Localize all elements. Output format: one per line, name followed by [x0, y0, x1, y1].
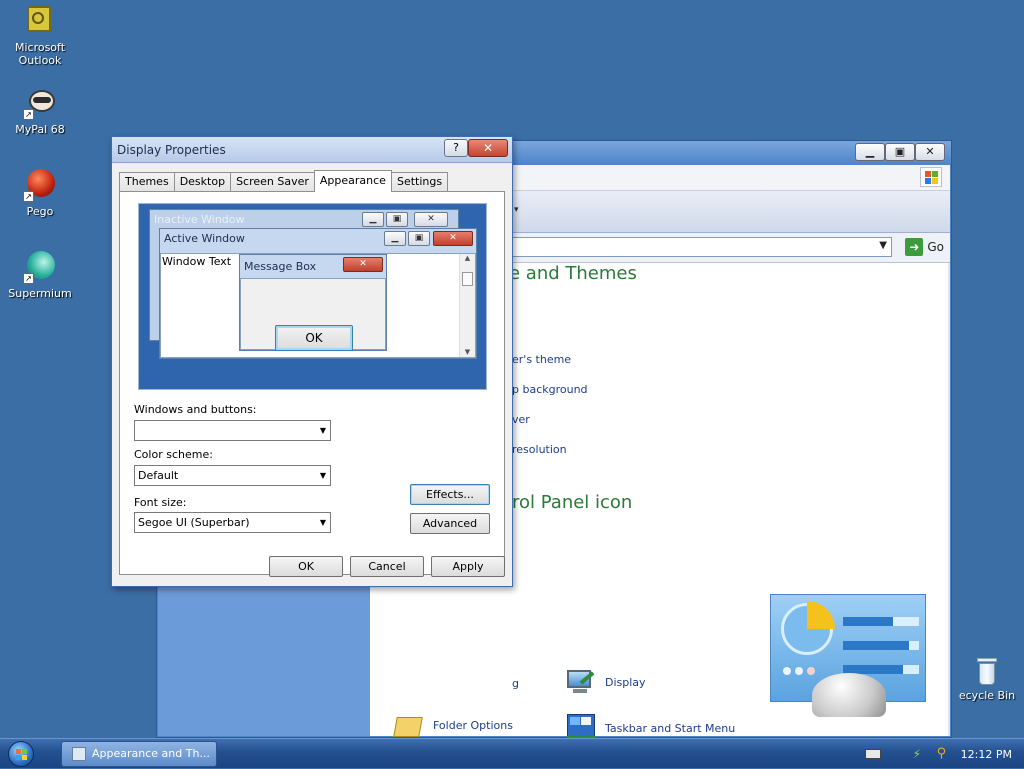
preview-message-box-client: OK [240, 278, 386, 351]
preview-window-text: Window Text [162, 255, 232, 268]
desktop-icon-label: Pego [26, 205, 54, 218]
cancel-button[interactable]: Cancel [350, 556, 424, 577]
system-tray: ⚡ ⚲ 12:12 PM [864, 739, 1024, 769]
appearance-graphic-dome-icon [812, 673, 886, 717]
windows-buttons-label: Windows and buttons: [134, 403, 257, 416]
preview-ok-button: OK [275, 325, 353, 351]
go-label: Go [927, 240, 944, 254]
task-link-theme[interactable]: er's theme [512, 353, 571, 366]
dialog-body: Themes Desktop Screen Saver Appearance S… [112, 164, 512, 586]
preview-close-icon: ✕ [414, 212, 448, 227]
tab-themes[interactable]: Themes [119, 172, 175, 192]
desktop-icon-recycle-bin[interactable]: ecycle Bin [950, 656, 1024, 702]
start-button[interactable] [8, 741, 34, 767]
display-properties-dialog: Display Properties ? ✕ Themes Desktop Sc… [111, 136, 513, 587]
shortcut-arrow-icon: ↗ [23, 273, 34, 284]
cp-item-label: Display [605, 675, 646, 689]
tab-strip: Themes Desktop Screen Saver Appearance S… [119, 170, 449, 192]
ok-button[interactable]: OK [269, 556, 343, 577]
taskbar: Appearance and Th... ⚡ ⚲ 12:12 PM [0, 738, 1024, 768]
task-link-background[interactable]: p background [512, 383, 588, 396]
raccoon-icon: ↗ [23, 86, 57, 120]
apply-button[interactable]: Apply [431, 556, 505, 577]
color-scheme-value: Default [138, 469, 179, 482]
search-icon[interactable]: ⚲ [937, 747, 953, 761]
windows-flag-icon [16, 749, 28, 760]
dialog-title: Display Properties [117, 143, 226, 157]
tab-settings[interactable]: Settings [390, 172, 449, 192]
desktop-icon-supermium[interactable]: ↗ Supermium [2, 250, 78, 300]
task-link-resolution[interactable]: resolution [512, 443, 567, 456]
taskbar-button-appearance[interactable]: Appearance and Th... [61, 741, 217, 767]
minimize-button[interactable]: ▁ [855, 143, 885, 161]
preview-scrollbar: ▲ ▼ [459, 254, 475, 357]
taskbar-button-label: Appearance and Th... [92, 747, 210, 760]
appearance-tab-panel: Inactive Window ▁ ▣ ✕ Active Window ▁ ▣ … [119, 191, 505, 575]
recycle-bin-label: ecycle Bin [958, 689, 1016, 702]
supermium-icon: ↗ [23, 250, 57, 284]
scroll-up-icon: ▲ [464, 254, 471, 262]
font-size-value: Segoe UI (Superbar) [138, 516, 250, 529]
preview-minimize-icon: ▁ [384, 231, 406, 246]
outlook-icon [23, 4, 57, 38]
preview-maximize-icon: ▣ [408, 231, 430, 246]
appearance-preview: Inactive Window ▁ ▣ ✕ Active Window ▁ ▣ … [138, 203, 487, 390]
windows-logo-icon [920, 167, 942, 187]
scroll-down-icon: ▼ [464, 348, 471, 356]
cp-item-partial[interactable]: g [512, 677, 519, 690]
clock[interactable]: 12:12 PM [961, 748, 1012, 761]
chevron-down-icon: ▼ [319, 518, 326, 527]
desktop-icon-pego[interactable]: ↗ Pego [2, 168, 78, 218]
font-size-label: Font size: [134, 496, 187, 509]
tab-appearance[interactable]: Appearance [313, 170, 392, 192]
cp-item-folder-options[interactable]: Folder Options [393, 709, 513, 741]
preview-close-icon: ✕ [433, 231, 473, 246]
go-button[interactable]: ➜ Go [905, 237, 944, 257]
advanced-button[interactable]: Advanced [410, 513, 490, 534]
control-panel-icon [72, 747, 86, 761]
desktop-icon-label: Microsoft Outlook [14, 41, 66, 67]
views-dropdown-icon[interactable]: ▾ [514, 205, 519, 215]
desktop-icon-mypal[interactable]: ↗ MyPal 68 [2, 86, 78, 136]
cp-item-label: g [512, 677, 519, 690]
desktop-icon-outlook[interactable]: Microsoft Outlook [2, 4, 78, 67]
color-scheme-label: Color scheme: [134, 448, 213, 461]
keyboard-icon[interactable] [864, 749, 881, 759]
shortcut-arrow-icon: ↗ [23, 109, 34, 120]
cp-item-label: Taskbar and Start Menu [605, 721, 736, 735]
preview-minimize-icon: ▁ [362, 212, 384, 227]
network-icon[interactable]: ⚡ [913, 747, 929, 761]
desktop-icon-label: MyPal 68 [15, 123, 65, 136]
cp-item-display[interactable]: Display [565, 666, 646, 698]
font-size-select[interactable]: Segoe UI (Superbar) ▼ [134, 512, 331, 533]
help-button[interactable]: ? [444, 139, 468, 157]
recycle-bin-icon [975, 656, 999, 686]
close-button[interactable]: ✕ [915, 143, 945, 161]
task-link-screensaver[interactable]: ver [512, 413, 530, 426]
effects-button[interactable]: Effects... [410, 484, 490, 505]
color-scheme-select[interactable]: Default ▼ [134, 465, 331, 486]
go-arrow-icon: ➜ [905, 238, 924, 256]
tab-desktop[interactable]: Desktop [173, 172, 232, 192]
chevron-down-icon: ▼ [319, 426, 326, 435]
chevron-down-icon: ▼ [319, 471, 326, 480]
panel-title: rol Panel icon [512, 492, 633, 513]
preview-message-box: Message Box ✕ OK [239, 254, 387, 351]
maximize-button[interactable]: ▣ [885, 143, 915, 161]
chevron-down-icon[interactable]: ▼ [879, 240, 887, 251]
preview-maximize-icon: ▣ [386, 212, 408, 227]
windows-buttons-select[interactable]: ▼ [134, 420, 331, 441]
desktop-icon-label: Supermium [8, 287, 72, 300]
display-icon [565, 666, 597, 698]
preview-close-icon: ✕ [343, 257, 383, 272]
folder-options-icon [393, 709, 425, 741]
tab-screen-saver[interactable]: Screen Saver [230, 172, 315, 192]
dialog-titlebar[interactable]: Display Properties ? ✕ [112, 137, 512, 163]
pego-icon: ↗ [23, 168, 57, 202]
shortcut-arrow-icon: ↗ [23, 191, 34, 202]
cp-item-label: Folder Options [433, 718, 513, 732]
preview-inactive-title: Inactive Window [154, 213, 245, 226]
category-title: e and Themes [509, 263, 637, 284]
dialog-close-button[interactable]: ✕ [468, 139, 508, 157]
